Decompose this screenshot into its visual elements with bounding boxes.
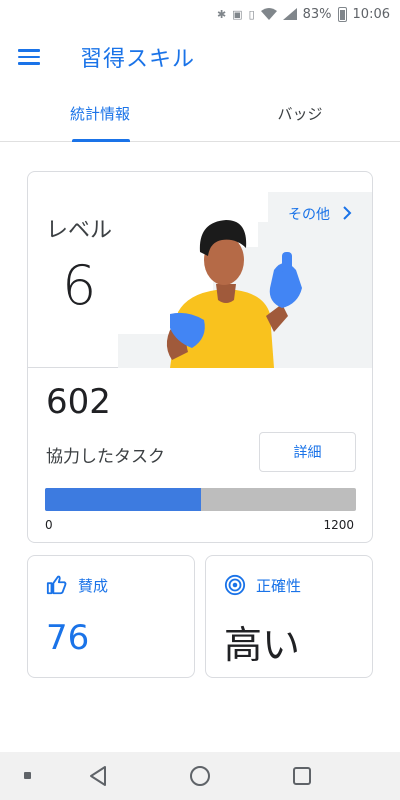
chevron-right-icon <box>342 205 352 224</box>
upvotes-label: 賛成 <box>78 576 109 595</box>
thumbs-up-icon <box>46 574 68 596</box>
progress-fill <box>45 488 202 511</box>
upvotes-header: 賛成 <box>46 574 108 596</box>
progress-min-label: 0 <box>45 518 53 532</box>
more-link[interactable]: その他 <box>288 204 352 224</box>
system-nav-bar <box>0 752 400 800</box>
progress-max-label: 1200 <box>323 518 354 532</box>
tab-stats[interactable]: 統計情報 <box>0 86 200 142</box>
nfc-icon: ▣ <box>232 7 243 21</box>
home-icon[interactable] <box>190 766 210 786</box>
back-icon[interactable] <box>88 765 108 791</box>
more-link-label: その他 <box>288 207 330 223</box>
signal-icon <box>282 8 297 20</box>
tasks-count: 602 <box>46 382 111 422</box>
battery-percent: 83% <box>302 6 332 22</box>
vibrate-icon: ▯ <box>248 7 255 21</box>
battery-icon <box>337 6 347 22</box>
tab-bar: 統計情報 バッジ <box>0 86 400 142</box>
level-value: 6 <box>62 254 97 317</box>
tasks-label: 協力したタスク <box>46 447 165 467</box>
upvotes-value: 76 <box>46 618 90 658</box>
clock: 10:06 <box>352 6 390 22</box>
accuracy-value: 高い <box>224 623 301 667</box>
level-header: レベル 6 その他 <box>28 172 372 368</box>
page-title: 習得スキル <box>80 47 196 72</box>
target-icon <box>224 574 246 596</box>
details-button[interactable]: 詳細 <box>259 432 356 472</box>
progress-bar <box>45 488 356 511</box>
app-bar: 習得スキル <box>0 28 400 86</box>
status-bar: ✱ ▣ ▯ 83% 10:06 <box>0 0 400 28</box>
bluetooth-icon: ✱ <box>216 7 227 21</box>
accuracy-card[interactable]: 正確性 高い <box>205 555 373 678</box>
menu-icon[interactable] <box>18 43 46 71</box>
wifi-icon <box>260 8 277 20</box>
recent-apps-icon[interactable] <box>293 767 311 785</box>
accuracy-header: 正確性 <box>224 574 301 596</box>
accuracy-label: 正確性 <box>256 576 302 595</box>
level-card: レベル 6 その他 602 協力したタスク 詳細 0 1200 <box>27 171 373 543</box>
nav-dot-icon[interactable] <box>24 772 31 779</box>
tab-badges[interactable]: バッジ <box>200 86 400 141</box>
upvotes-card[interactable]: 賛成 76 <box>27 555 195 678</box>
level-label: レベル <box>46 218 113 243</box>
